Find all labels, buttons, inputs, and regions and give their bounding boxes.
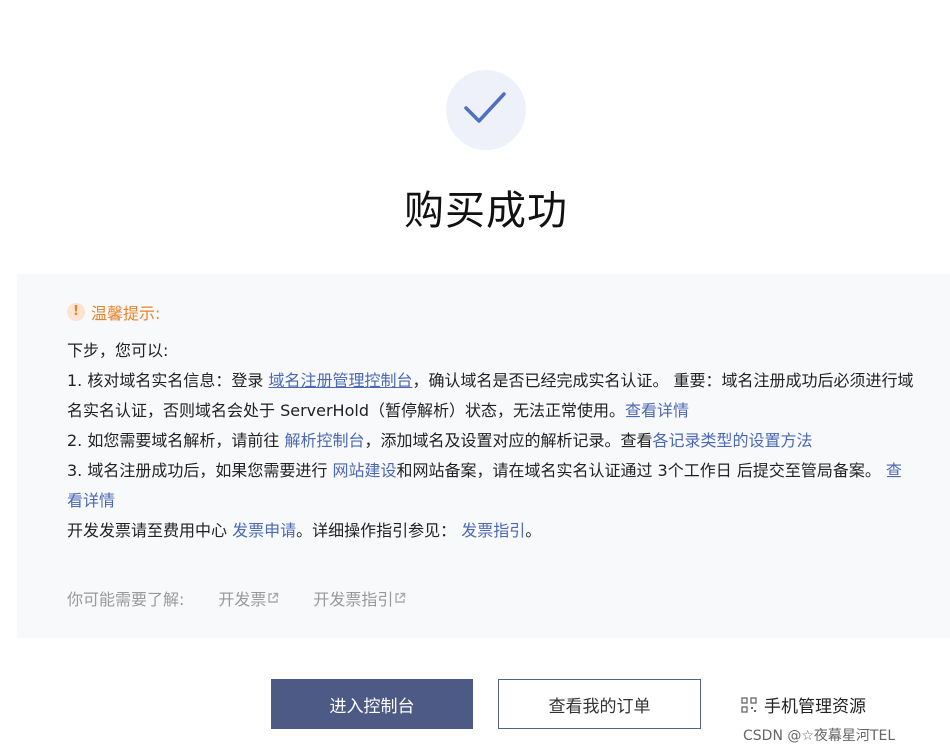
- tips-invoice-prefix: 开发发票请至费用中心: [67, 521, 233, 540]
- issue-invoice-link-text: 开发票: [218, 590, 267, 609]
- tips-item-1-prefix: 1. 核对域名实名信息：登录: [67, 371, 269, 390]
- tips-invoice: 开发发票请至费用中心 发票申请。详细操作指引参见： 发票指引。: [67, 516, 917, 546]
- tips-item-3-prefix: 3. 域名注册成功后，如果您需要进行: [67, 461, 333, 480]
- domain-console-link[interactable]: 域名注册管理控制台: [268, 371, 412, 390]
- tips-heading: ! 温馨提示:: [67, 300, 160, 324]
- go-to-console-button[interactable]: 进入控制台: [271, 679, 473, 729]
- checkmark-icon: [464, 92, 506, 123]
- tips-intro: 下步，您可以:: [67, 341, 169, 360]
- may-need-section: 你可能需要了解: 开发票 开发票指引: [67, 586, 406, 610]
- tips-item-1: 1. 核对域名实名信息：登录 域名注册管理控制台，确认域名是否已经完成实名认证。…: [67, 366, 917, 426]
- tips-item-3: 3. 域名注册成功后，如果您需要进行 网站建设和网站备案，请在域名实名认证通过 …: [67, 456, 917, 516]
- invoice-guide-external-link[interactable]: 开发票指引: [313, 586, 406, 610]
- tips-item-2-prefix: 2. 如您需要域名解析，请前往: [67, 431, 285, 450]
- success-badge: [446, 70, 526, 150]
- external-link-icon: [395, 592, 406, 603]
- tips-invoice-suffix: 。: [525, 521, 542, 540]
- dns-console-link[interactable]: 解析控制台: [284, 431, 364, 450]
- qr-code-icon: [741, 696, 757, 713]
- tips-content: 下步，您可以: 1. 核对域名实名信息：登录 域名注册管理控制台，确认域名是否已…: [67, 336, 917, 546]
- tips-panel: ! 温馨提示: 下步，您可以: 1. 核对域名实名信息：登录 域名注册管理控制台…: [17, 274, 950, 638]
- may-need-label: 你可能需要了解:: [67, 590, 185, 609]
- external-link-icon: [268, 592, 279, 603]
- mobile-manage-text: 手机管理资源: [764, 697, 866, 717]
- watermark: CSDN @☆夜幕星河TEL: [743, 728, 896, 744]
- invoice-apply-link[interactable]: 发票申请: [232, 521, 296, 540]
- view-orders-button[interactable]: 查看我的订单: [498, 679, 701, 729]
- page-title: 购买成功: [404, 188, 568, 234]
- website-build-link[interactable]: 网站建设: [332, 461, 396, 480]
- tips-item-2: 2. 如您需要域名解析，请前往 解析控制台，添加域名及设置对应的解析记录。查看各…: [67, 426, 917, 456]
- record-types-link[interactable]: 各记录类型的设置方法: [652, 431, 812, 450]
- view-details-link-1[interactable]: 查看详情: [625, 401, 689, 420]
- invoice-guide-external-link-text: 开发票指引: [313, 590, 394, 609]
- warning-icon: !: [67, 303, 85, 321]
- tips-item-3-text: 和网站备案，请在域名实名认证通过 3个工作日 后提交至管局备案。: [396, 461, 886, 480]
- tips-item-2-text: ，添加域名及设置对应的解析记录。查看: [364, 431, 653, 450]
- invoice-guide-link[interactable]: 发票指引: [461, 521, 525, 540]
- mobile-manage-link[interactable]: 手机管理资源: [741, 692, 866, 717]
- issue-invoice-link[interactable]: 开发票: [218, 586, 279, 610]
- tips-invoice-text: 。详细操作指引参见：: [296, 521, 462, 540]
- tips-heading-text: 温馨提示:: [91, 304, 161, 323]
